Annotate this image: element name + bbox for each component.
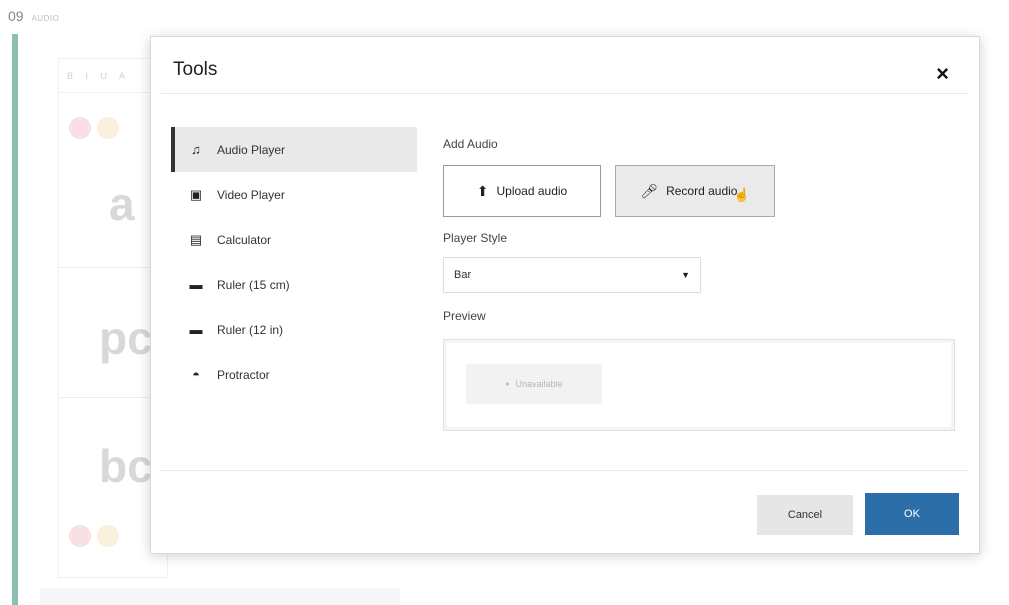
dialog-title: Tools xyxy=(173,59,218,80)
preview-label: Preview xyxy=(443,309,486,323)
preview-unavailable-label: Unavailable xyxy=(515,379,563,389)
sidebar-item-ruler-in[interactable]: ▬ Ruler (12 in) xyxy=(171,307,417,352)
sidebar-item-label: Calculator xyxy=(217,232,272,247)
microphone-icon: 🎤︎ xyxy=(640,182,659,199)
ruler-icon: ▬ xyxy=(189,277,203,292)
protractor-icon: ◓ xyxy=(192,367,200,382)
player-style-select[interactable]: Bar ▼ xyxy=(443,257,701,293)
title-divider xyxy=(161,93,969,94)
tools-dialog: Tools × ♫ Audio Player ▣ Video Player ▤ … xyxy=(150,36,980,554)
sidebar-item-label: Audio Player xyxy=(217,142,286,157)
add-audio-label: Add Audio xyxy=(443,137,498,151)
player-style-label: Player Style xyxy=(443,231,508,245)
caret-down-icon: ▼ xyxy=(681,270,690,280)
close-icon[interactable]: × xyxy=(936,63,949,85)
hand-cursor-icon: ☝ xyxy=(733,187,750,202)
cancel-button[interactable]: Cancel xyxy=(757,495,853,535)
record-audio-label: Record audio xyxy=(666,184,738,198)
ok-button[interactable]: OK xyxy=(865,493,959,535)
upload-audio-label: Upload audio xyxy=(496,184,568,198)
ruler-icon: ▬ xyxy=(189,322,203,337)
video-icon: ▣ xyxy=(189,186,203,202)
calculator-icon: ▤ xyxy=(189,231,203,247)
player-style-value: Bar xyxy=(454,269,472,281)
audio-button-row: ⬆ Upload audio 🎤︎ Record audio ☝ xyxy=(443,165,963,217)
record-audio-button[interactable]: 🎤︎ Record audio ☝ xyxy=(615,165,775,217)
tools-sidebar: ♫ Audio Player ▣ Video Player ▤ Calculat… xyxy=(171,127,417,397)
sidebar-item-label: Ruler (15 cm) xyxy=(217,277,290,292)
sidebar-item-label: Protractor xyxy=(217,367,270,382)
bullet-icon: ● xyxy=(505,380,510,388)
footer-divider xyxy=(161,470,969,471)
preview-box: ● Unavailable xyxy=(443,339,955,431)
sidebar-item-protractor[interactable]: ◓ Protractor xyxy=(171,352,417,397)
tool-settings-panel: Add Audio ⬆ Upload audio 🎤︎ Record audio… xyxy=(443,137,963,431)
upload-audio-button[interactable]: ⬆ Upload audio xyxy=(443,165,601,217)
preview-unavailable: ● Unavailable xyxy=(466,364,602,404)
sidebar-item-audio-player[interactable]: ♫ Audio Player xyxy=(171,127,417,172)
sidebar-item-calculator[interactable]: ▤ Calculator xyxy=(171,217,417,262)
sidebar-item-ruler-cm[interactable]: ▬ Ruler (15 cm) xyxy=(171,262,417,307)
sidebar-item-label: Ruler (12 in) xyxy=(217,322,284,337)
sidebar-item-label: Video Player xyxy=(217,187,285,202)
sidebar-item-video-player[interactable]: ▣ Video Player xyxy=(171,172,417,217)
upload-icon: ⬆ xyxy=(476,182,489,199)
music-note-icon: ♫ xyxy=(191,142,201,157)
